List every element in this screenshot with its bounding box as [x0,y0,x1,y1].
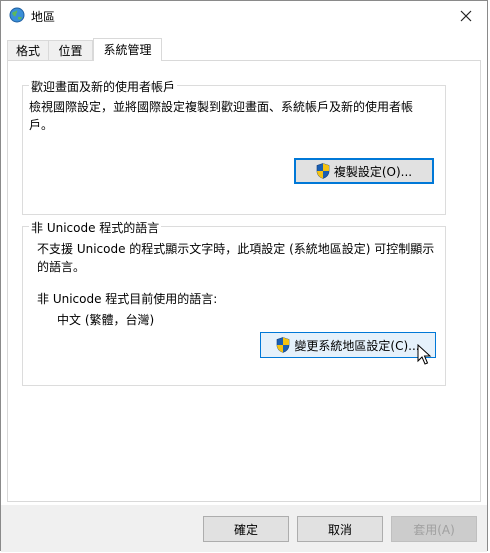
region-dialog: 地區 格式 位置 系統管理 歡迎畫面及新的使用者帳戶 檢視國際設定，並將國際設定… [0,0,488,552]
title-bar: 地區 [1,1,487,31]
current-language-label: 非 Unicode 程式目前使用的語言: [37,292,218,306]
mouse-cursor-icon [417,344,432,365]
copy-settings-label: 複製設定(O)... [333,164,413,179]
uac-shield-icon [277,337,290,353]
copy-settings-button[interactable]: 複製設定(O)... [294,158,434,184]
nonunicode-group: 非 Unicode 程式的語言 不支援 Unicode 的程式顯示文字時，此項設… [22,219,446,386]
nonunicode-description-line1: 不支援 Unicode 的程式顯示文字時，此項設定 (系統地區設定) 可控制顯示 [37,242,435,256]
uac-shield-icon [316,163,330,179]
globe-icon [9,7,25,23]
welcome-group-title: 歡迎畫面及新的使用者帳戶 [29,78,178,95]
tab-formats[interactable]: 格式 [7,40,49,60]
change-system-locale-label: 變更系統地區設定(C)... [294,338,420,353]
close-button[interactable] [449,3,483,29]
nonunicode-group-title: 非 Unicode 程式的語言 [29,219,162,236]
tab-location[interactable]: 位置 [48,40,93,60]
tab-administrative[interactable]: 系統管理 [93,38,162,61]
tab-panel-administrative: 歡迎畫面及新的使用者帳戶 檢視國際設定，並將國際設定複製到歡迎畫面、系統帳戶及新… [7,60,481,502]
window-title: 地區 [31,10,56,24]
current-language-value: 中文 (繁體，台灣) [57,313,155,327]
close-icon [460,10,472,22]
nonunicode-description-line2: 的語言。 [37,260,86,274]
apply-button[interactable]: 套用(A) [391,516,477,542]
dialog-footer: 確定 取消 套用(A) [1,505,487,552]
ok-button[interactable]: 確定 [203,516,289,542]
welcome-group: 歡迎畫面及新的使用者帳戶 檢視國際設定，並將國際設定複製到歡迎畫面、系統帳戶及新… [22,78,446,215]
cancel-button[interactable]: 取消 [297,516,383,542]
change-system-locale-button[interactable]: 變更系統地區設定(C)... [260,332,436,358]
welcome-description-line2: 戶。 [29,118,54,132]
welcome-description-line1: 檢視國際設定，並將國際設定複製到歡迎畫面、系統帳戶及新的使用者帳 [29,100,414,114]
